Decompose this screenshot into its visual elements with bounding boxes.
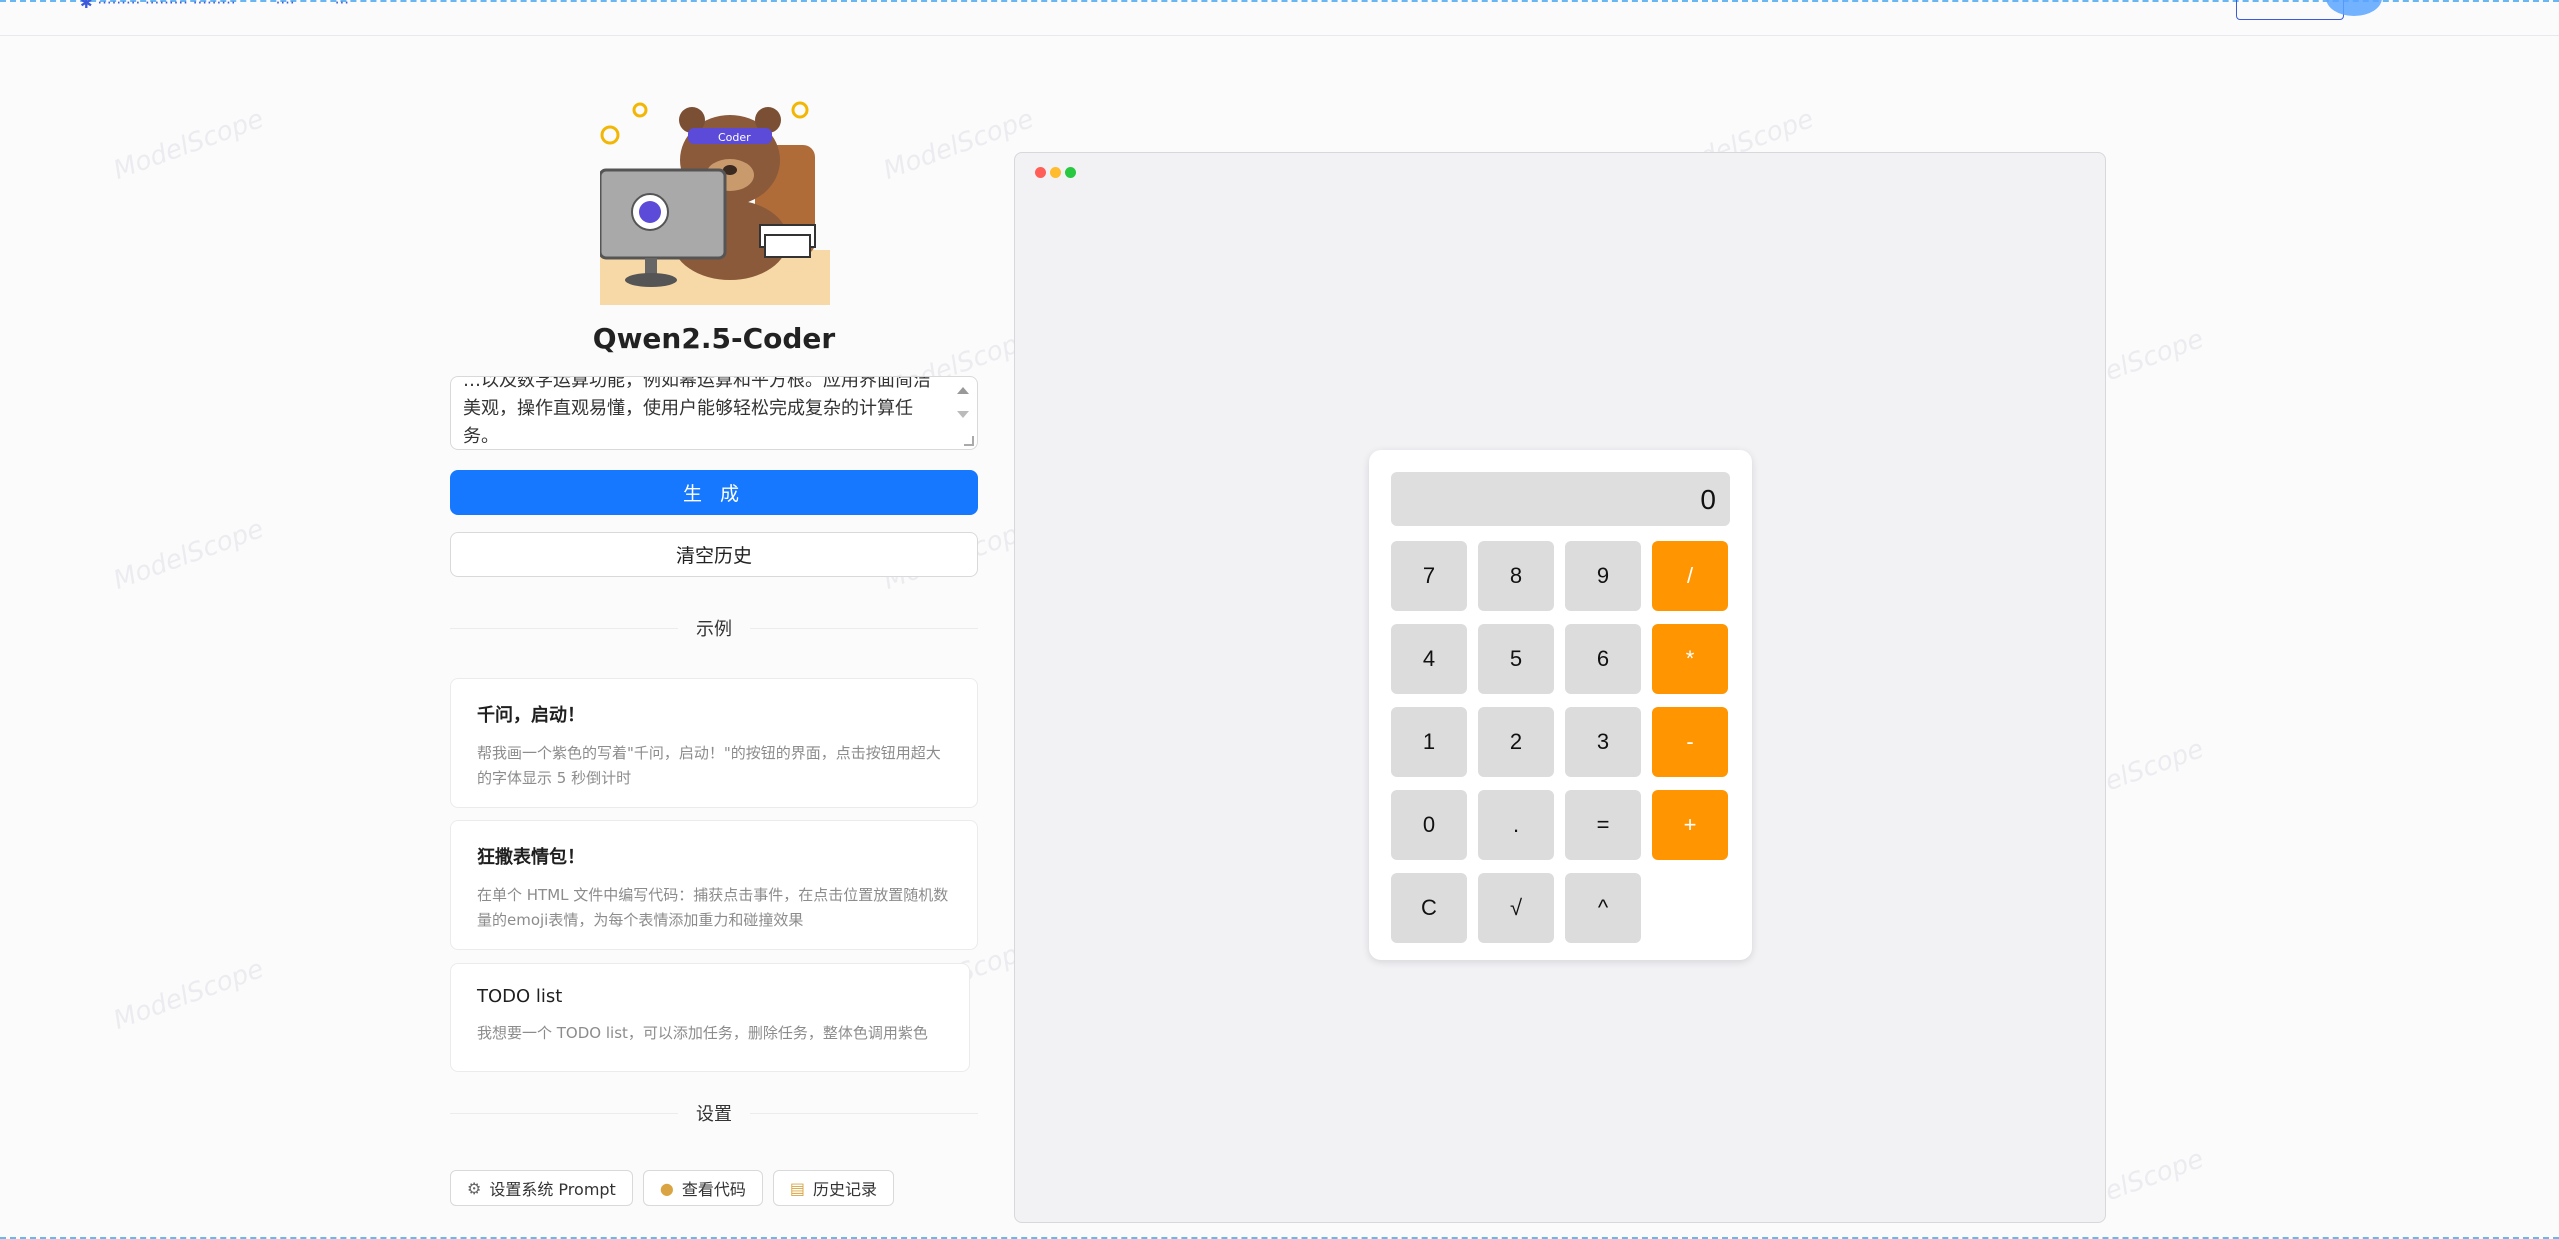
- calculator-keypad: 7 8 9/ 4 5 6 * 1 2 3- 0. = + C √ ^: [1391, 541, 1730, 943]
- key-0[interactable]: 0: [1391, 790, 1467, 860]
- example-card[interactable]: 千问，启动！ 帮我画一个紫色的写着"千问，启动！"的按钮的界面，点击按钮用超大的…: [450, 678, 978, 808]
- maximize-dot-icon: [1065, 167, 1076, 178]
- key-sqrt[interactable]: √: [1478, 873, 1554, 943]
- calculator-display: 0: [1391, 472, 1730, 526]
- scroll-icon: ▤: [789, 1178, 805, 1198]
- history-button[interactable]: ▤ 历史记录: [772, 1170, 894, 1206]
- bear-coder-logo: Coder: [600, 101, 830, 305]
- examples-divider: 示例: [450, 613, 978, 643]
- clear-history-button[interactable]: 清空历史: [450, 532, 978, 577]
- system-prompt-label: 设置系统 Prompt: [489, 1180, 616, 1199]
- window-controls: [1035, 167, 1076, 178]
- resize-handle-icon[interactable]: [964, 436, 974, 446]
- system-prompt-button[interactable]: ⚙ 设置系统 Prompt: [450, 1170, 633, 1206]
- top-bar-clipped-text: ✱ ········· ········· ········· ···· ···: [80, 0, 350, 12]
- key-1[interactable]: 1: [1391, 707, 1467, 777]
- key-4[interactable]: 4: [1391, 624, 1467, 694]
- settings-heading: 设置: [696, 1104, 732, 1125]
- prompt-text[interactable]: …以及数学运算功能，例如幂运算和平方根。应用界面简洁美观，操作直观易懂，使用户能…: [451, 377, 977, 449]
- prompt-input[interactable]: …以及数学运算功能，例如幂运算和平方根。应用界面简洁美观，操作直观易懂，使用户能…: [450, 376, 978, 450]
- history-label: 历史记录: [812, 1180, 877, 1199]
- svg-text:Coder: Coder: [718, 131, 751, 144]
- bottom-bar: [0, 1235, 2559, 1239]
- key-7[interactable]: 7: [1391, 541, 1467, 611]
- settings-buttons: ⚙ 设置系统 Prompt ● 查看代码 ▤ 历史记录: [450, 1170, 894, 1206]
- key-multiply[interactable]: *: [1652, 624, 1728, 694]
- view-code-button[interactable]: ● 查看代码: [642, 1170, 763, 1206]
- app-title: Qwen2.5-Coder: [592, 322, 836, 355]
- key-power[interactable]: ^: [1565, 873, 1641, 943]
- top-bar: ✱ ········· ········· ········· ···· ···: [0, 0, 2559, 36]
- example-desc: 我想要一个 TODO list，可以添加任务，删除任务，整体色调用紫色: [477, 1024, 928, 1042]
- key-5[interactable]: 5: [1478, 624, 1554, 694]
- user-icon: ●: [659, 1178, 674, 1198]
- preview-window: 0 7 8 9/ 4 5 6 * 1 2 3- 0. = + C √ ^: [1014, 152, 2106, 1223]
- scroll-down-icon[interactable]: [957, 411, 969, 418]
- generate-button[interactable]: 生 成: [450, 470, 978, 515]
- close-dot-icon: [1035, 167, 1046, 178]
- key-decimal[interactable]: .: [1478, 790, 1554, 860]
- key-9[interactable]: 9: [1565, 541, 1641, 611]
- key-3[interactable]: 3: [1565, 707, 1641, 777]
- key-divide[interactable]: /: [1652, 541, 1728, 611]
- key-equals[interactable]: =: [1565, 790, 1641, 860]
- example-card[interactable]: 狂撒表情包！ 在单个 HTML 文件中编写代码：捕获点击事件，在点击位置放置随机…: [450, 820, 978, 950]
- example-desc: 在单个 HTML 文件中编写代码：捕获点击事件，在点击位置放置随机数量的emoj…: [477, 886, 949, 929]
- view-code-label: 查看代码: [681, 1180, 746, 1199]
- watermark: ModelScope: [109, 104, 268, 186]
- watermark: ModelScope: [109, 514, 268, 596]
- example-title: 千问，启动！: [477, 705, 585, 726]
- key-6[interactable]: 6: [1565, 624, 1641, 694]
- example-card[interactable]: TODO list 我想要一个 TODO list，可以添加任务，删除任务，整体…: [450, 963, 970, 1072]
- minimize-dot-icon: [1050, 167, 1061, 178]
- key-8[interactable]: 8: [1478, 541, 1554, 611]
- example-title: TODO list: [477, 986, 563, 1007]
- example-desc: 帮我画一个紫色的写着"千问，启动！"的按钮的界面，点击按钮用超大的字体显示 5 …: [477, 744, 941, 787]
- key-add[interactable]: +: [1652, 790, 1728, 860]
- calculator: 0 7 8 9/ 4 5 6 * 1 2 3- 0. = + C √ ^: [1369, 450, 1752, 960]
- gear-icon: ⚙: [467, 1178, 482, 1198]
- settings-divider: 设置: [450, 1098, 978, 1128]
- key-subtract[interactable]: -: [1652, 707, 1728, 777]
- examples-heading: 示例: [696, 619, 732, 640]
- key-2[interactable]: 2: [1478, 707, 1554, 777]
- example-title: 狂撒表情包！: [477, 847, 585, 868]
- watermark: ModelScope: [109, 954, 268, 1036]
- key-clear[interactable]: C: [1391, 873, 1467, 943]
- scroll-up-icon[interactable]: [957, 387, 969, 394]
